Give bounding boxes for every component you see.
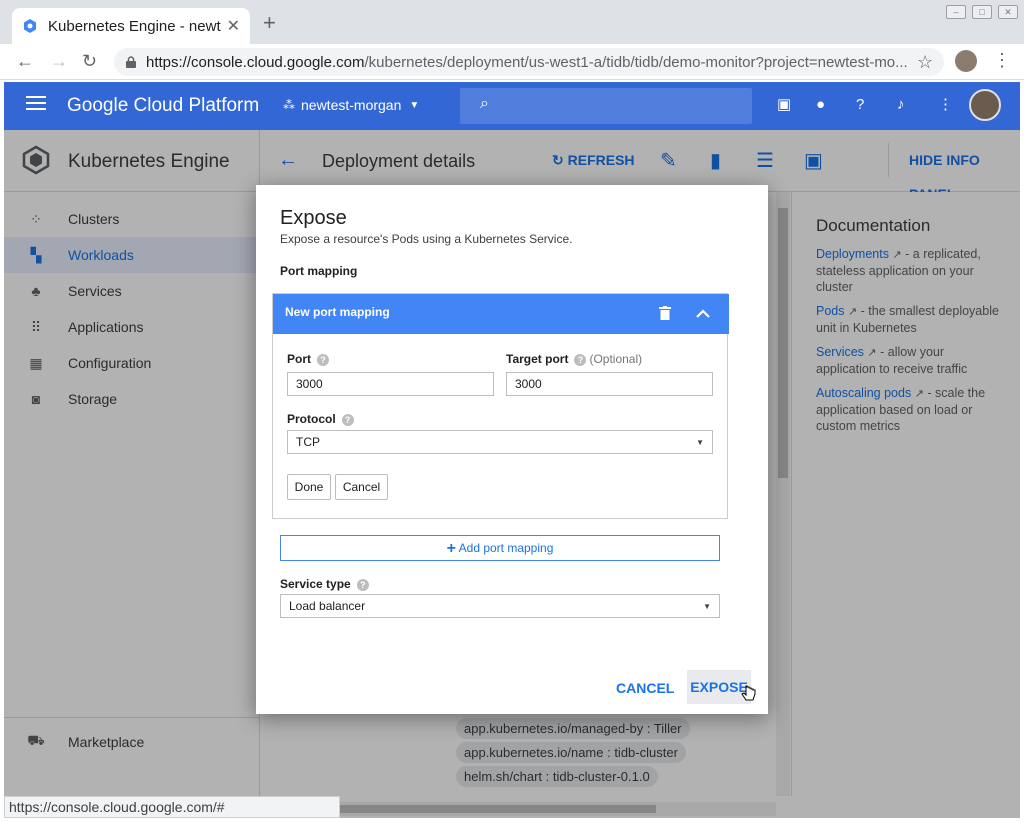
port-mapping-card: New port mapping Port? 3000 Target port?… — [272, 293, 729, 519]
help-icon[interactable]: ? — [574, 353, 587, 366]
trash-icon[interactable] — [659, 306, 671, 320]
target-port-label: Target port? (Optional) — [506, 352, 642, 366]
more-options-icon[interactable]: ⋮ — [938, 95, 953, 115]
service-type-value: Load balancer — [289, 599, 366, 613]
add-port-mapping-button[interactable]: + Add port mapping — [280, 535, 720, 561]
expose-dialog: Expose Expose a resource's Pods using a … — [256, 185, 768, 714]
tab-title: Kubernetes Engine - newt — [48, 17, 221, 35]
protocol-label: Protocol? — [287, 412, 354, 426]
menu-icon[interactable] — [26, 96, 46, 110]
back-icon[interactable]: ← — [16, 51, 34, 71]
tab-close-icon[interactable]: ✕ — [227, 16, 240, 36]
bookmark-star-icon[interactable]: ☆ — [917, 52, 933, 73]
protocol-label-text: Protocol — [287, 412, 336, 426]
done-button[interactable]: Done — [287, 474, 331, 500]
help-icon[interactable]: ? — [341, 413, 354, 426]
help-icon[interactable]: ? — [317, 353, 329, 366]
gcp-header: Google Cloud Platform ⁂ newtest-morgan ▼… — [4, 82, 1020, 130]
port-mapping-label: Port mapping — [280, 264, 358, 278]
reload-icon[interactable]: ↻ — [82, 51, 97, 71]
port-mapping-title: New port mapping — [285, 305, 390, 319]
dialog-subtitle: Expose a resource's Pods using a Kuberne… — [280, 232, 573, 246]
service-type-label-text: Service type — [280, 577, 351, 591]
target-port-input[interactable]: 3000 — [506, 372, 713, 396]
project-selector[interactable]: ⁂ newtest-morgan ▼ — [283, 97, 419, 113]
cloud-shell-icon[interactable]: ▣ — [777, 95, 791, 115]
forward-icon[interactable]: → — [50, 51, 68, 71]
new-tab-button[interactable]: + — [263, 12, 276, 34]
url-path: /kubernetes/deployment/us-west1-a/tidb/t… — [364, 53, 908, 71]
close-window-button[interactable]: ✕ — [998, 5, 1018, 19]
browser-tab[interactable]: Kubernetes Engine - newt ✕ — [12, 8, 250, 44]
chevron-down-icon: ▼ — [409, 99, 420, 111]
kubernetes-favicon-icon — [24, 19, 36, 33]
lock-icon — [126, 56, 136, 68]
project-icon: ⁂ — [283, 98, 295, 112]
help-icon[interactable]: ? — [356, 578, 369, 591]
cancel-mapping-button[interactable]: Cancel — [335, 474, 388, 500]
address-bar[interactable]: https://console.cloud.google.com /kubern… — [114, 48, 944, 76]
browser-tab-strip: Kubernetes Engine - newt ✕ + – □ ✕ — [0, 0, 1024, 44]
dialog-title: Expose — [280, 207, 347, 229]
maximize-button[interactable]: □ — [972, 5, 992, 19]
user-avatar[interactable] — [969, 89, 1001, 121]
dropdown-caret-icon: ▼ — [696, 438, 704, 447]
optional-hint: (Optional) — [589, 352, 643, 366]
protocol-select[interactable]: TCP ▼ — [287, 430, 713, 454]
notifications-icon[interactable]: ♪ — [897, 95, 905, 115]
port-mapping-header: New port mapping — [273, 294, 729, 334]
target-port-label-text: Target port — [506, 352, 569, 366]
browser-menu-icon[interactable]: ⋮ — [993, 50, 1011, 71]
add-port-mapping-label: Add port mapping — [458, 541, 554, 555]
port-label: Port? — [287, 352, 329, 366]
plus-icon: + — [446, 540, 456, 557]
dropdown-caret-icon: ▼ — [703, 602, 711, 611]
help-icon[interactable]: ? — [856, 95, 864, 115]
service-type-select[interactable]: Load balancer ▼ — [280, 594, 720, 618]
browser-profile-avatar[interactable] — [955, 50, 977, 72]
port-input[interactable]: 3000 — [287, 372, 494, 396]
platform-title[interactable]: Google Cloud Platform — [67, 95, 259, 117]
protocol-value: TCP — [296, 435, 320, 449]
port-label-text: Port — [287, 352, 311, 366]
minimize-button[interactable]: – — [946, 5, 966, 19]
url-host: https://console.cloud.google.com — [146, 53, 365, 71]
hand-cursor-icon — [741, 685, 756, 701]
status-bar-url: https://console.cloud.google.com/# — [4, 796, 340, 818]
project-name: newtest-morgan — [301, 97, 402, 113]
chevron-up-icon[interactable] — [696, 309, 710, 319]
cancel-button[interactable]: CANCEL — [616, 680, 674, 696]
feedback-icon[interactable]: ● — [816, 95, 825, 115]
search-input[interactable]: ⌕ — [460, 88, 752, 124]
search-icon: ⌕ — [480, 95, 489, 112]
service-type-label: Service type? — [280, 577, 369, 591]
